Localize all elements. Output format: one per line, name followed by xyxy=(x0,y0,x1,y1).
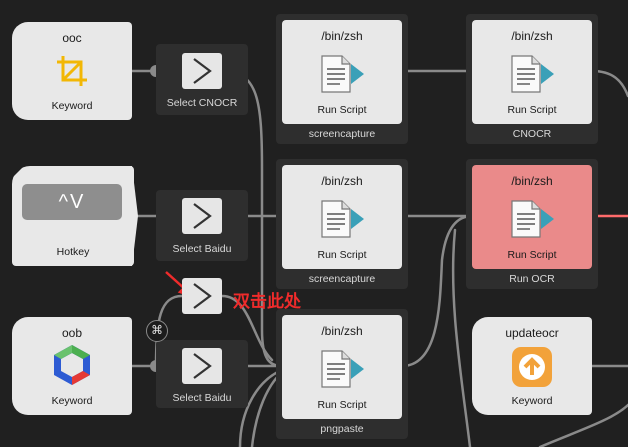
run-script-node[interactable]: /bin/zsh Run Script xyxy=(282,165,402,269)
script-label: CNOCR xyxy=(512,128,552,140)
script-label: Run OCR xyxy=(509,273,555,285)
script-document-icon xyxy=(511,200,554,238)
node-subtitle: Keyword xyxy=(51,395,93,407)
node-title: ooc xyxy=(62,31,82,45)
hotkey-display: ^V xyxy=(22,184,122,220)
script-label: screencapture xyxy=(308,273,376,285)
script-shell: /bin/zsh xyxy=(321,174,363,188)
node-subtitle: Hotkey xyxy=(56,246,90,258)
node-subtitle: Keyword xyxy=(51,100,93,112)
keyword-node-ooc[interactable]: ooc Keyword xyxy=(12,22,132,120)
chevron-right-icon xyxy=(193,203,212,229)
filter-button[interactable] xyxy=(182,198,222,234)
keyword-node-oob[interactable]: oob Keyword xyxy=(12,317,132,415)
script-document-icon xyxy=(321,350,364,388)
script-group-cnocr: /bin/zsh Run Script CNOCR xyxy=(466,14,598,144)
script-subtitle: Run Script xyxy=(317,249,367,261)
keyword-node-updateocr[interactable]: updateocr Keyword xyxy=(472,317,592,415)
node-subtitle: Keyword xyxy=(511,395,553,407)
script-shell: /bin/zsh xyxy=(511,29,553,43)
chevron-right-icon xyxy=(193,353,212,379)
filter-select-cnocr[interactable]: Select CNOCR xyxy=(156,44,248,115)
script-subtitle: Run Script xyxy=(507,104,557,116)
chevron-right-icon xyxy=(193,283,212,309)
script-document-icon xyxy=(511,55,554,93)
hotkey-node[interactable]: ^V Hotkey xyxy=(12,166,134,266)
script-shell: /bin/zsh xyxy=(321,29,363,43)
node-title: updateocr xyxy=(505,326,559,340)
hotkey-notch-right xyxy=(128,166,138,266)
script-group-run-ocr: /bin/zsh Run Script Run OCR xyxy=(466,159,598,289)
run-script-node[interactable]: /bin/zsh Run Script xyxy=(282,315,402,419)
filter-label: Select Baidu xyxy=(172,392,232,404)
script-group-screencapture-1: /bin/zsh Run Script screencapture xyxy=(276,14,408,144)
upload-arrow-icon xyxy=(512,347,552,387)
crop-icon xyxy=(57,56,87,86)
script-label: screencapture xyxy=(308,128,376,140)
script-group-pngpaste: /bin/zsh Run Script pngpaste xyxy=(276,309,408,439)
script-subtitle: Run Script xyxy=(317,399,367,411)
script-subtitle: Run Script xyxy=(317,104,367,116)
command-modifier-badge: ⌘ xyxy=(146,320,168,342)
run-script-node-selected[interactable]: /bin/zsh Run Script xyxy=(472,165,592,269)
script-group-screencapture-2: /bin/zsh Run Script screencapture xyxy=(276,159,408,289)
filter-select-baidu-2[interactable]: Select Baidu xyxy=(156,340,248,408)
chevron-right-icon xyxy=(193,58,212,84)
filter-label: Select CNOCR xyxy=(166,97,238,109)
hexagon-logo-icon xyxy=(54,345,90,385)
filter-button-double-click-target[interactable] xyxy=(182,278,222,314)
script-subtitle: Run Script xyxy=(507,249,557,261)
script-document-icon xyxy=(321,200,364,238)
node-title: oob xyxy=(61,326,83,340)
run-script-node[interactable]: /bin/zsh Run Script xyxy=(282,20,402,124)
script-shell: /bin/zsh xyxy=(511,174,553,188)
filter-label: Select Baidu xyxy=(172,243,232,255)
script-document-icon xyxy=(321,55,364,93)
filter-button[interactable] xyxy=(182,348,222,384)
filter-button[interactable] xyxy=(182,53,222,89)
script-label: pngpaste xyxy=(320,423,364,435)
script-shell: /bin/zsh xyxy=(321,324,363,338)
run-script-node[interactable]: /bin/zsh Run Script xyxy=(472,20,592,124)
filter-select-baidu-1[interactable]: Select Baidu xyxy=(156,190,248,261)
